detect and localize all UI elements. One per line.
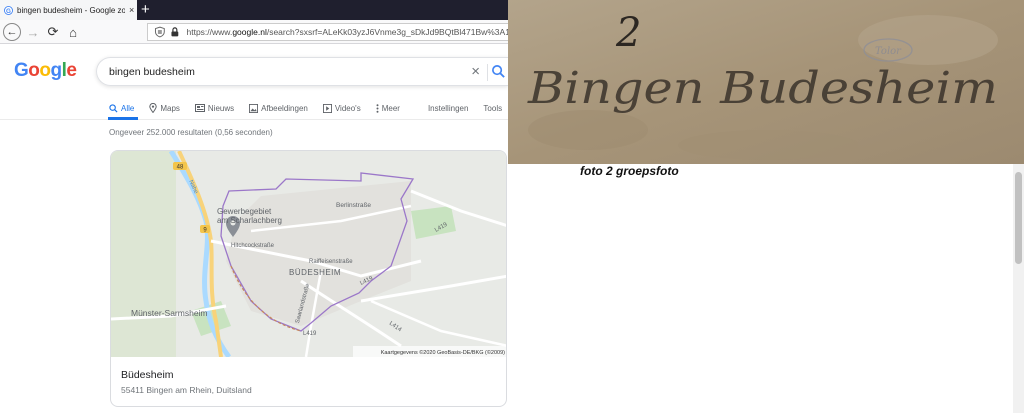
place-name[interactable]: Büdesheim (121, 369, 174, 381)
back-button[interactable]: ← (3, 23, 21, 41)
url-text: https://www.google.nl/search?sxsrf=ALeKk… (186, 27, 508, 37)
address-bar[interactable]: https://www.google.nl/search?sxsrf=ALeKk… (147, 23, 508, 41)
tab-maps[interactable]: Maps (149, 98, 180, 118)
new-tab-button[interactable]: + (141, 1, 150, 19)
map-label-scharlachberg: am Scharlachberg (217, 216, 282, 225)
more-icon (376, 103, 379, 113)
map-attribution: Kaartgegevens ©2020 GeoBasis-DE/BKG (©20… (381, 349, 505, 356)
reload-button[interactable]: ⟳ (44, 23, 62, 41)
clear-search-icon[interactable]: × (471, 63, 480, 80)
svg-text:48: 48 (177, 165, 184, 171)
search-icon (109, 103, 118, 113)
tools-link[interactable]: Tools (483, 98, 502, 118)
forward-button[interactable]: → (24, 23, 42, 41)
tab-title: bingen budesheim - Google zo (17, 5, 125, 15)
lock-icon[interactable] (169, 26, 181, 38)
map-label-l419-c: L419 (303, 331, 317, 337)
map-label-munster-sarmsheim: Münster-Sarmsheim (131, 308, 208, 318)
map-preview[interactable]: 48 9 Berlinstraße Hitchcockstraße Raiffe… (111, 151, 507, 357)
search-input[interactable]: bingen budesheim (109, 66, 195, 78)
active-tab-indicator (108, 117, 138, 120)
image-icon (249, 103, 259, 113)
browser-tab-bar: G bingen budesheim - Google zo × + (0, 0, 508, 20)
video-icon (322, 103, 332, 113)
place-address: 55411 Bingen am Rhein, Duitsland (121, 385, 252, 395)
result-count: Ongeveer 252.000 resultaten (0,56 second… (109, 128, 273, 137)
navigation-bar: ← → ⟳ ⌂ https://www.google.nl/search?sxs… (0, 20, 508, 44)
knowledge-panel-card[interactable]: 48 9 Berlinstraße Hitchcockstraße Raiffe… (110, 150, 507, 407)
news-icon (194, 104, 205, 112)
settings-link[interactable]: Instellingen (428, 98, 468, 118)
handwritten-number: 2 (615, 10, 641, 56)
map-label-berlinstrasse: Berlinstraße (336, 202, 371, 209)
search-tabs: Alle Maps Nieuws Afbeeldingen Video's Me… (109, 98, 517, 118)
search-box[interactable]: bingen budesheim × (96, 57, 508, 86)
handwritten-text: Bingen Budesheim (527, 63, 998, 114)
tab-close-icon[interactable]: × (129, 5, 134, 15)
svg-text:G: G (6, 7, 11, 14)
map-label-raiffeisen: Raiffeisenstraße (309, 259, 353, 265)
map-label-hitchcock: Hitchcockstraße (231, 243, 275, 249)
tab-afbeeldingen[interactable]: Afbeeldingen (249, 98, 308, 118)
stamp-text: Tolor (875, 46, 902, 57)
browser-tab[interactable]: G bingen budesheim - Google zo × (0, 0, 137, 20)
home-button[interactable]: ⌂ (64, 23, 82, 41)
vertical-scrollbar[interactable] (1013, 164, 1024, 413)
map-label-budesheim: BÜDESHEIM (289, 268, 341, 277)
shield-icon[interactable] (154, 26, 166, 38)
photo-caption: foto 2 groepsfoto (580, 164, 679, 178)
map-pin-icon (149, 103, 158, 113)
search-icon[interactable] (491, 64, 506, 79)
tab-meer[interactable]: Meer (376, 98, 400, 118)
photo-back-image: Tolor 2 Bingen Budesheim (508, 0, 1024, 164)
tab-divider (0, 119, 508, 120)
map-label-gewerbegebiet: Gewerbegebiet (217, 207, 272, 216)
google-favicon-icon: G (4, 5, 13, 15)
tab-nieuws[interactable]: Nieuws (194, 98, 234, 118)
tab-videos[interactable]: Video's (322, 98, 361, 118)
tab-alle[interactable]: Alle (109, 98, 134, 118)
scrollbar-thumb[interactable] (1015, 172, 1022, 264)
search-divider (487, 64, 488, 81)
google-logo[interactable]: Google (14, 60, 77, 82)
